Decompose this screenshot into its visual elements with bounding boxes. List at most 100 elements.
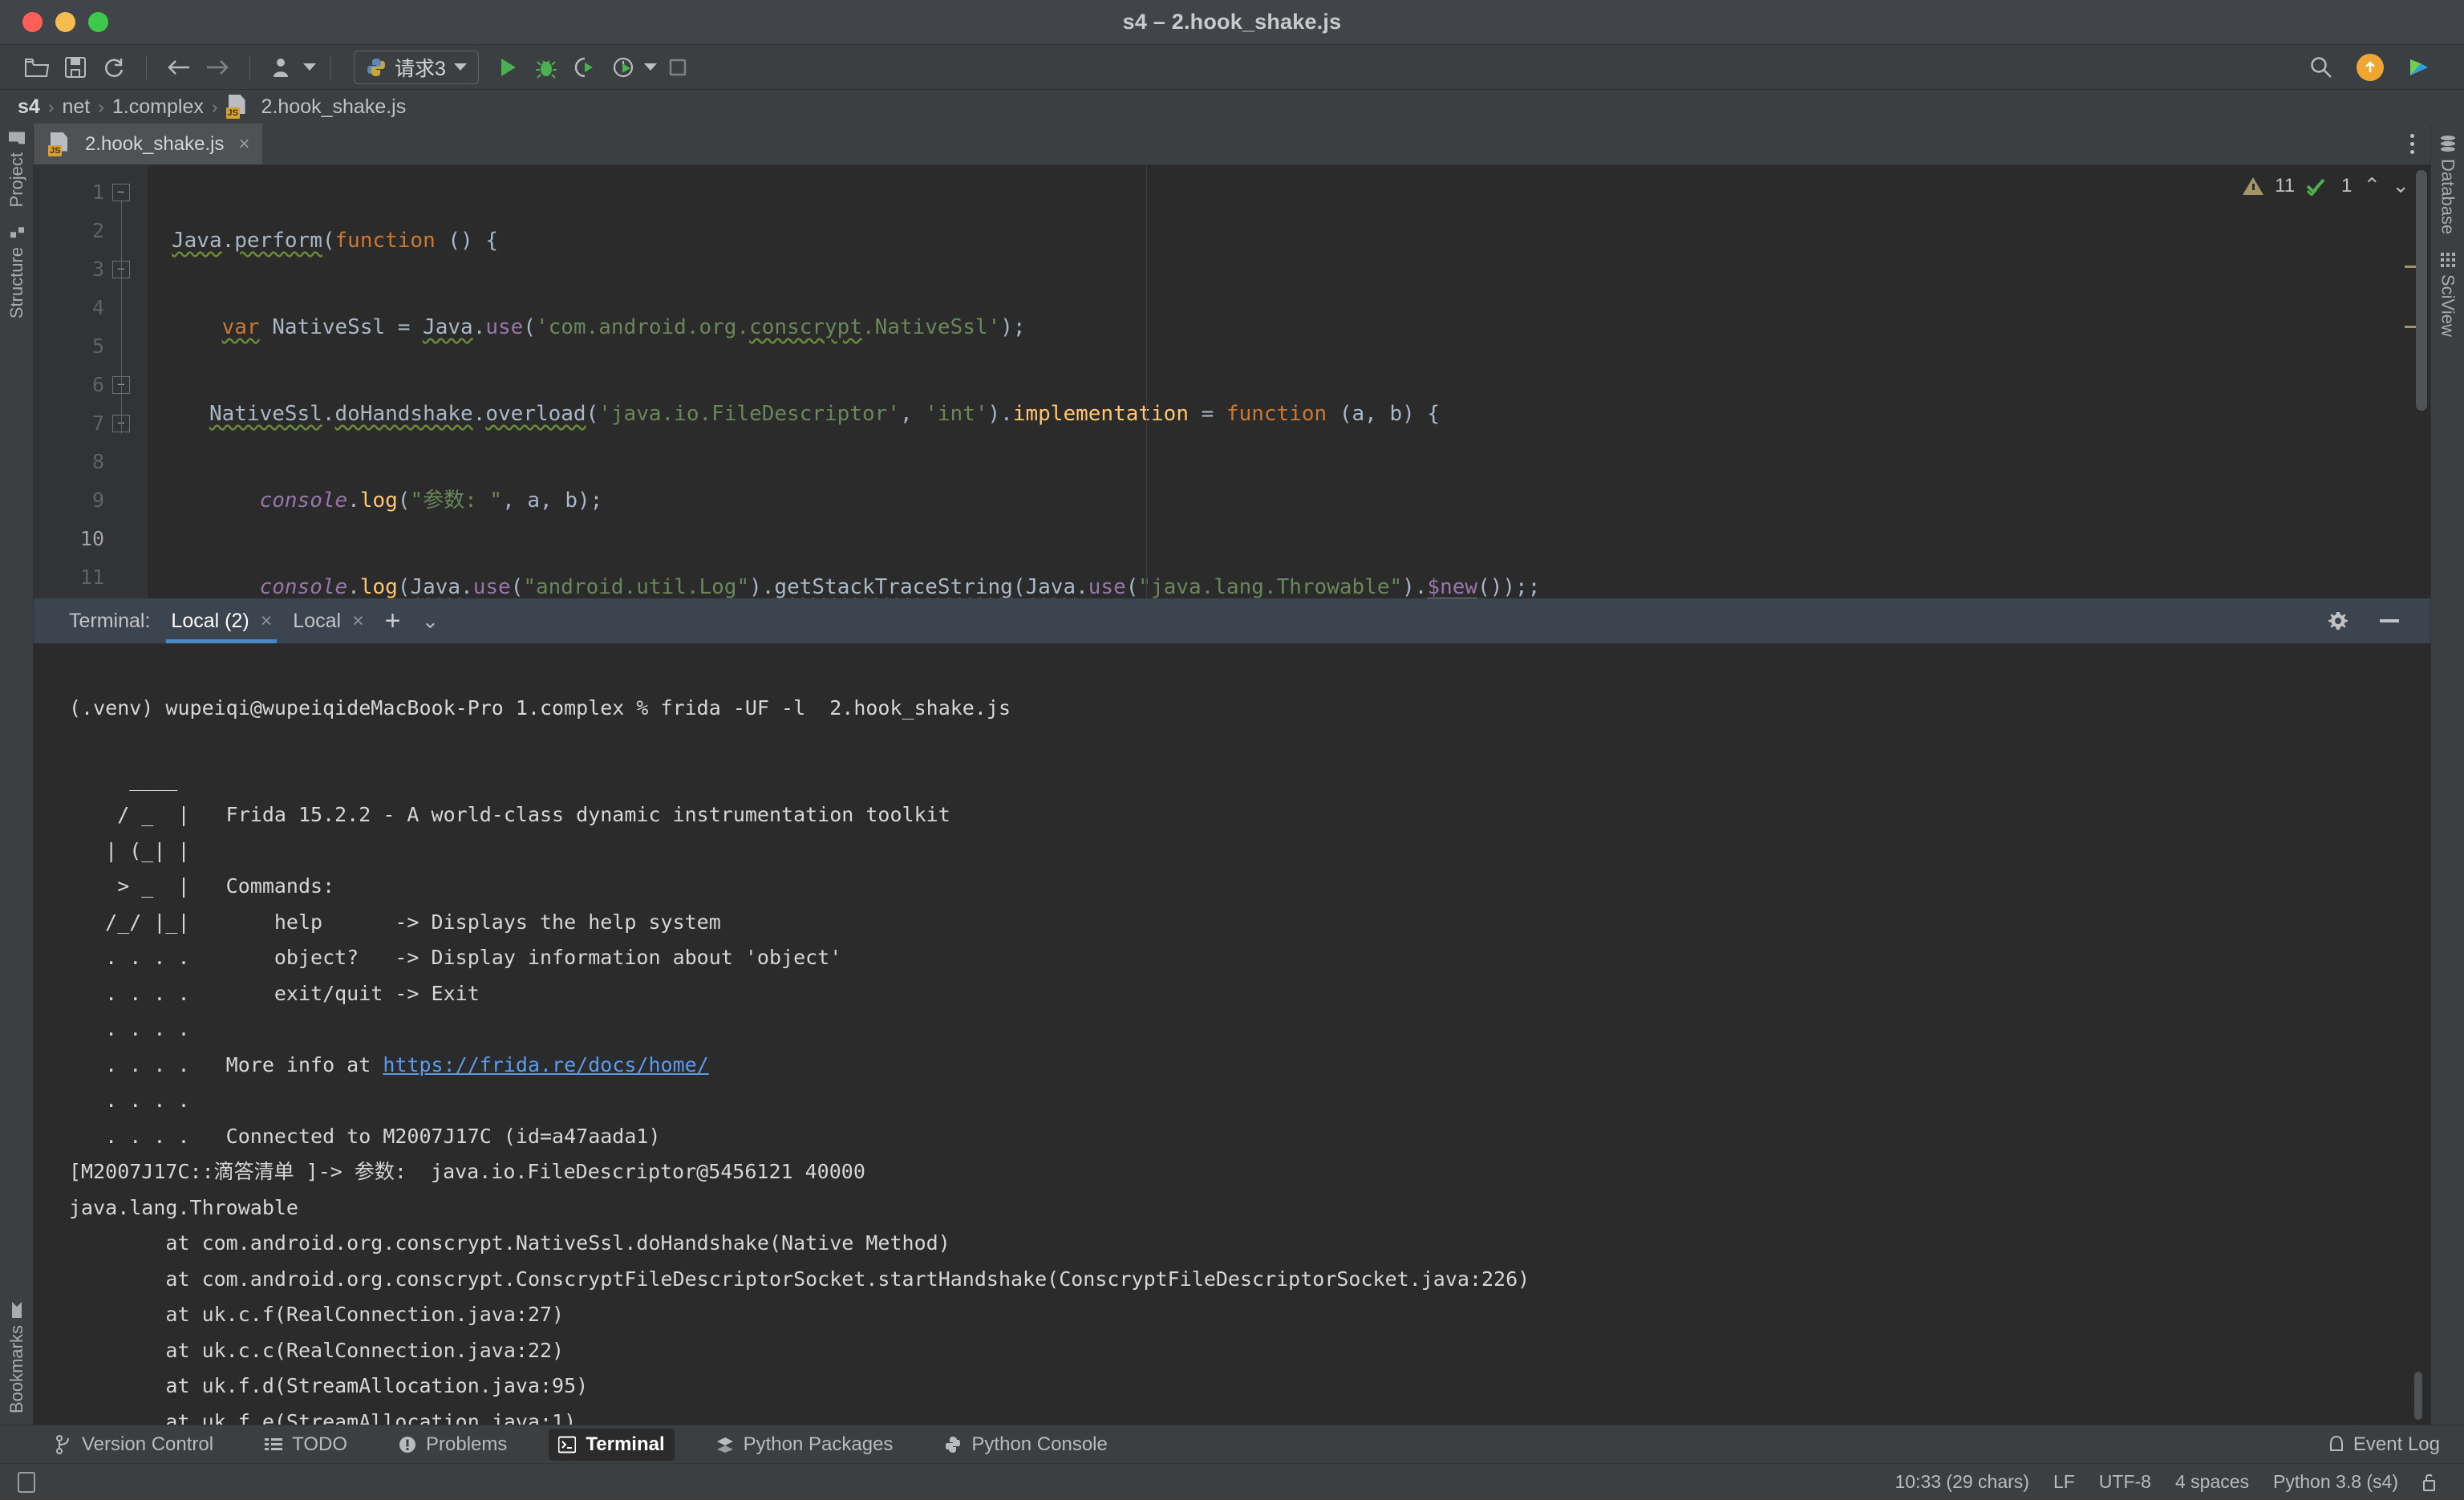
code-line-4: console.log("参数: ", a, b); (259, 489, 603, 513)
code-editor[interactable]: 1 2 3 4 5 6 7 8 9 10 11 − − − − (34, 165, 2430, 598)
inspection-sidebar[interactable] (2393, 165, 2430, 598)
editor-scrollbar-thumb[interactable] (2416, 170, 2427, 411)
packages-icon (716, 1437, 733, 1453)
sync-icon[interactable] (96, 50, 132, 85)
sciview-label: SciView (2438, 274, 2458, 338)
profile-icon[interactable] (265, 50, 300, 85)
terminal-line: java.lang.Throwable (69, 1195, 298, 1219)
tool-window-version-control[interactable]: Version Control (47, 1429, 223, 1461)
tool-window-problems[interactable]: Problems (389, 1429, 517, 1461)
terminal-scrollbar-thumb[interactable] (2414, 1372, 2422, 1420)
editor-tab-hook-shake[interactable]: JS 2.hook_shake.js × (34, 124, 263, 164)
close-icon[interactable]: × (352, 610, 364, 633)
ide-window: s4 – 2.hook_shake.js 请求3 s4 › net › 1.co… (0, 0, 2464, 1500)
more-options-icon[interactable] (2410, 134, 2414, 154)
code-content[interactable]: Java.perform(function () { var NativeSsl… (148, 165, 2430, 598)
breadcrumb-item-3[interactable]: 2.hook_shake.js (261, 95, 407, 119)
breadcrumb-item-2[interactable]: 1.complex (112, 95, 204, 119)
share-icon[interactable] (2401, 50, 2437, 85)
tool-window-terminal[interactable]: Terminal (549, 1428, 675, 1461)
tool-window-todo[interactable]: TODO (255, 1429, 357, 1461)
line-number: 1 (91, 180, 104, 204)
close-icon[interactable]: × (261, 610, 273, 633)
sidebar-item-database[interactable]: Database (2438, 124, 2458, 241)
tool-window-python-console[interactable]: Python Console (934, 1429, 1116, 1461)
line-number: 4 (91, 296, 104, 319)
status-bar-right: 10:33 (29 chars) LF UTF-8 4 spaces Pytho… (1895, 1471, 2446, 1493)
gear-icon[interactable] (2326, 609, 2350, 633)
sidebar-item-structure[interactable]: Structure (6, 218, 27, 330)
ok-count: 1 (2341, 174, 2353, 197)
profile-run-button[interactable] (606, 50, 641, 85)
indent-setting[interactable]: 4 spaces (2175, 1471, 2249, 1493)
run-configuration-selector[interactable]: 请求3 (354, 50, 479, 84)
sidebar-item-bookmarks[interactable]: Bookmarks (6, 1295, 27, 1425)
tool-window-label: Problems (426, 1433, 508, 1455)
chevron-down-icon[interactable]: ⌄ (2392, 173, 2409, 198)
sidebar-item-project[interactable]: Project (6, 124, 27, 218)
breadcrumb-item-0[interactable]: s4 (18, 95, 40, 119)
terminal-line: . . . . (69, 1017, 190, 1040)
warning-count: 11 (2275, 174, 2296, 197)
sidebar-item-sciview[interactable]: SciView (2438, 241, 2458, 343)
line-number: 11 (79, 566, 104, 589)
event-log-button[interactable]: Event Log (2328, 1433, 2464, 1456)
run-with-coverage-button[interactable] (567, 50, 602, 85)
frida-docs-link[interactable]: https://frida.re/docs/home/ (383, 1053, 708, 1076)
open-folder-icon[interactable] (19, 50, 55, 85)
terminal-tab-local[interactable]: Local × (293, 598, 363, 643)
warning-triangle-icon (2243, 176, 2264, 195)
stop-button[interactable] (660, 50, 695, 85)
terminal-line: (.venv) wupeiqi@wupeiqideMacBook-Pro 1.c… (69, 695, 1011, 720)
terminal-line-highlighted: at uk.c.f(RealConnection.java:27) (69, 1303, 565, 1326)
save-all-icon[interactable] (58, 50, 93, 85)
line-number: 3 (91, 257, 104, 281)
bookmark-icon (11, 1301, 22, 1318)
line-number: 8 (91, 450, 104, 473)
terminal-tab-local-2[interactable]: Local (2) × (166, 598, 278, 643)
terminal-line: > _ | Commands: (69, 874, 335, 898)
new-terminal-icon[interactable]: + (385, 607, 401, 634)
fold-toggle-line1[interactable]: − (112, 184, 130, 201)
close-icon[interactable]: × (238, 133, 249, 156)
main-toolbar: 请求3 (0, 45, 2464, 90)
terminal-line: | (_| | (69, 838, 190, 862)
database-label: Database (2438, 159, 2458, 235)
terminal-output[interactable]: (.venv) wupeiqi@wupeiqideMacBook-Pro 1.c… (34, 643, 2430, 1425)
minimize-icon[interactable] (2377, 617, 2401, 625)
update-icon[interactable] (2357, 53, 2384, 81)
terminal-tab-label: Local (2) (171, 609, 249, 632)
python-icon (367, 58, 385, 76)
line-separator[interactable]: LF (2053, 1471, 2075, 1493)
right-margin-rule (1146, 165, 1147, 598)
chevron-down-icon[interactable]: ⌄ (422, 609, 440, 634)
bookmarks-label: Bookmarks (6, 1324, 26, 1413)
chevron-up-icon[interactable]: ⌃ (2363, 173, 2381, 198)
run-options-caret[interactable] (643, 63, 657, 71)
forward-arrow-icon[interactable] (200, 50, 235, 85)
branch-icon (56, 1434, 69, 1454)
toolbar-divider-3 (330, 55, 331, 79)
back-arrow-icon[interactable] (161, 50, 197, 85)
exclamation-icon (399, 1436, 415, 1453)
search-icon[interactable] (2304, 50, 2339, 85)
debug-button[interactable] (529, 50, 564, 85)
breadcrumb-item-1[interactable]: net (62, 95, 90, 119)
tool-window-python-packages[interactable]: Python Packages (707, 1429, 903, 1461)
lock-open-icon[interactable] (2422, 1473, 2438, 1492)
right-tool-strip: Database SciView (2430, 124, 2464, 1425)
status-bar: 10:33 (29 chars) LF UTF-8 4 spaces Pytho… (0, 1463, 2464, 1500)
python-interpreter[interactable]: Python 3.8 (s4) (2273, 1471, 2398, 1493)
fold-region-line (121, 201, 122, 434)
terminal-header-actions (2326, 609, 2430, 633)
caret-position[interactable]: 10:33 (29 chars) (1895, 1471, 2028, 1493)
profile-dropdown-caret[interactable] (303, 63, 316, 71)
file-encoding[interactable]: UTF-8 (2099, 1471, 2151, 1493)
chevron-down-icon[interactable] (453, 63, 467, 71)
layout-icon[interactable] (18, 1471, 35, 1493)
terminal-line: /_/ |_| help -> Displays the help system (69, 910, 721, 934)
run-button[interactable] (490, 50, 525, 85)
editor-gutter: 1 2 3 4 5 6 7 8 9 10 11 − − − − (34, 165, 148, 598)
terminal-line: ____ (69, 767, 178, 791)
title-bar: s4 – 2.hook_shake.js (0, 0, 2464, 45)
